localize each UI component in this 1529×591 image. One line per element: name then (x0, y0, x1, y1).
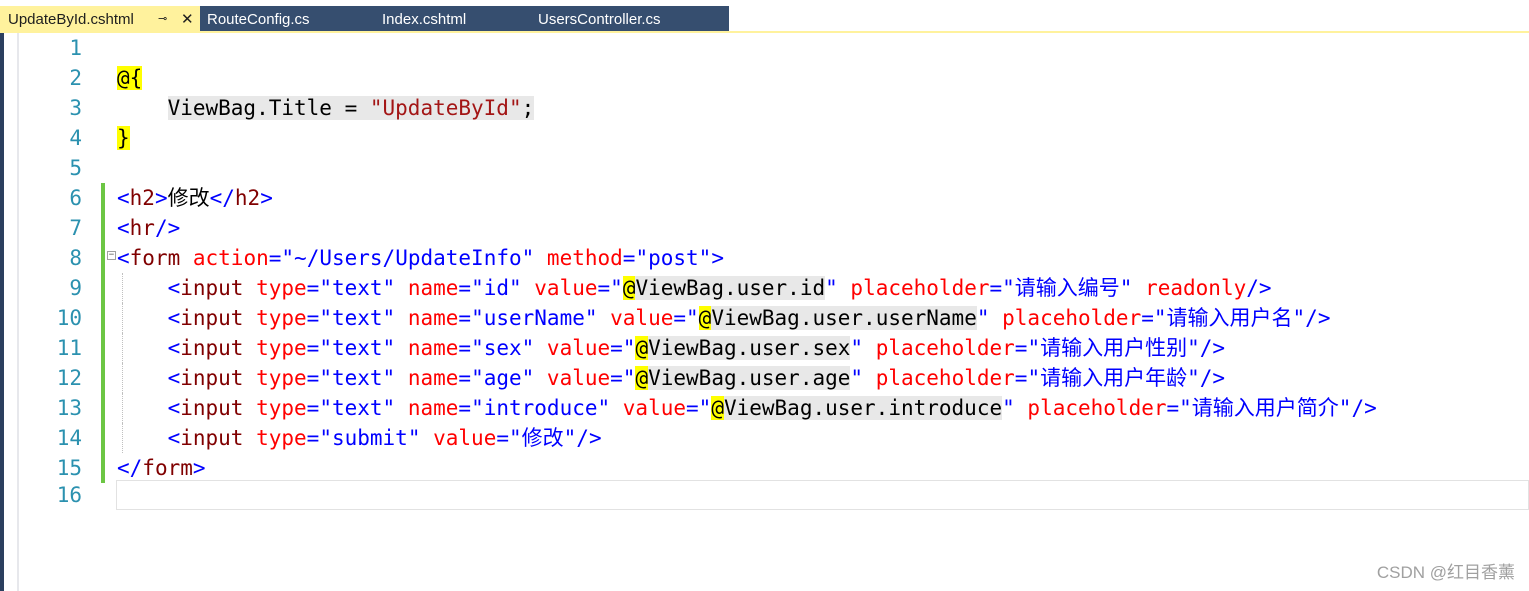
code-text: <h2>修改</h2> (117, 186, 273, 210)
code-text: @{ (117, 63, 143, 93)
code-line-14[interactable]: 14 <input type="submit" value="修改"/> (0, 423, 1529, 453)
line-number: 3 (69, 96, 82, 120)
watermark: CSDN @红目香薰 (1376, 563, 1515, 582)
code-text: </form> (117, 456, 206, 480)
collapse-toggle-icon[interactable]: − (107, 251, 116, 260)
code-text: <input type="text" name="id" value="@Vie… (167, 276, 1272, 300)
line-number: 16 (56, 483, 82, 507)
line-number: 14 (56, 426, 82, 450)
line-number: 11 (56, 336, 82, 360)
razor-block: ViewBag.Title = "UpdateById"; (167, 96, 535, 120)
code-text: <form action="~/Users/UpdateInfo" method… (117, 246, 724, 270)
tab-label: UpdateById.cshtml (8, 11, 134, 28)
tab-label: RouteConfig.cs (207, 11, 310, 28)
change-marker (101, 453, 105, 483)
code-text: <input type="text" name="sex" value="@Vi… (167, 336, 1226, 360)
pin-icon[interactable]: ⊸ (158, 6, 167, 33)
close-icon[interactable]: ✕ (181, 6, 194, 33)
code-line-1[interactable]: 1 (0, 33, 1529, 63)
change-marker (101, 243, 105, 273)
code-text: } (117, 123, 130, 153)
change-marker (101, 363, 105, 393)
change-marker (101, 183, 105, 213)
change-marker (101, 273, 105, 303)
line-number: 2 (69, 66, 82, 90)
code-text: <input type="text" name="userName" value… (167, 306, 1331, 330)
line-number: 1 (69, 36, 82, 60)
line-number: 6 (69, 186, 82, 210)
code-line-7[interactable]: 7 <hr/> (0, 213, 1529, 243)
line-number: 13 (56, 396, 82, 420)
tab-userscontroller-cs[interactable]: UsersController.cs (538, 6, 661, 33)
change-marker (101, 303, 105, 333)
line-number: 10 (56, 306, 82, 330)
code-text: <input type="text" name="age" value="@Vi… (167, 366, 1226, 390)
razor-at-sign: @ (117, 66, 130, 90)
code-line-8[interactable]: 8 − <form action="~/Users/UpdateInfo" me… (0, 243, 1529, 273)
code-editor[interactable]: 1 2 @{ 3 ViewBag.Title = "UpdateById"; 4… (0, 33, 1529, 591)
code-line-5[interactable]: 5 (0, 153, 1529, 183)
tab-updatebyid-cshtml[interactable]: UpdateById.cshtml ⊸ ✕ (0, 6, 200, 33)
tab-label: UsersController.cs (538, 11, 661, 28)
line-number: 4 (69, 126, 82, 150)
code-text: <hr/> (117, 216, 181, 240)
line-number: 12 (56, 366, 82, 390)
code-line-6[interactable]: 6 <h2>修改</h2> (0, 183, 1529, 213)
code-text: <input type="text" name="introduce" valu… (167, 396, 1377, 420)
line-number: 7 (69, 216, 82, 240)
code-line-11[interactable]: 11 <input type="text" name="sex" value="… (0, 333, 1529, 363)
code-line-4[interactable]: 4 } (0, 123, 1529, 153)
razor-close-brace: } (117, 126, 130, 150)
code-text: ViewBag.Title = "UpdateById"; (117, 93, 535, 123)
line-number: 5 (69, 156, 82, 180)
code-line-10[interactable]: 10 <input type="text" name="userName" va… (0, 303, 1529, 333)
change-marker (101, 423, 105, 453)
line-number: 8 (69, 246, 82, 270)
change-marker (101, 213, 105, 243)
tab-routeconfig-cs[interactable]: RouteConfig.cs (207, 6, 310, 33)
code-line-12[interactable]: 12 <input type="text" name="age" value="… (0, 363, 1529, 393)
tab-label: Index.cshtml (382, 11, 467, 28)
razor-open-brace: { (129, 66, 143, 90)
code-line-16[interactable]: 16 (0, 480, 1529, 510)
line-number: 15 (56, 456, 82, 480)
code-line-9[interactable]: 9 <input type="text" name="id" value="@V… (0, 273, 1529, 303)
code-line-3[interactable]: 3 ViewBag.Title = "UpdateById"; (0, 93, 1529, 123)
line-number: 9 (69, 276, 82, 300)
document-tab-strip: UpdateById.cshtml ⊸ ✕ RouteConfig.cs Ind… (0, 0, 1529, 33)
code-text: <input type="submit" value="修改"/> (167, 426, 602, 450)
code-line-2[interactable]: 2 @{ (0, 63, 1529, 93)
code-line-15[interactable]: 15 </form> (0, 453, 1529, 483)
code-line-13[interactable]: 13 <input type="text" name="introduce" v… (0, 393, 1529, 423)
change-marker (101, 333, 105, 363)
change-marker (101, 393, 105, 423)
tab-index-cshtml[interactable]: Index.cshtml (382, 6, 466, 33)
